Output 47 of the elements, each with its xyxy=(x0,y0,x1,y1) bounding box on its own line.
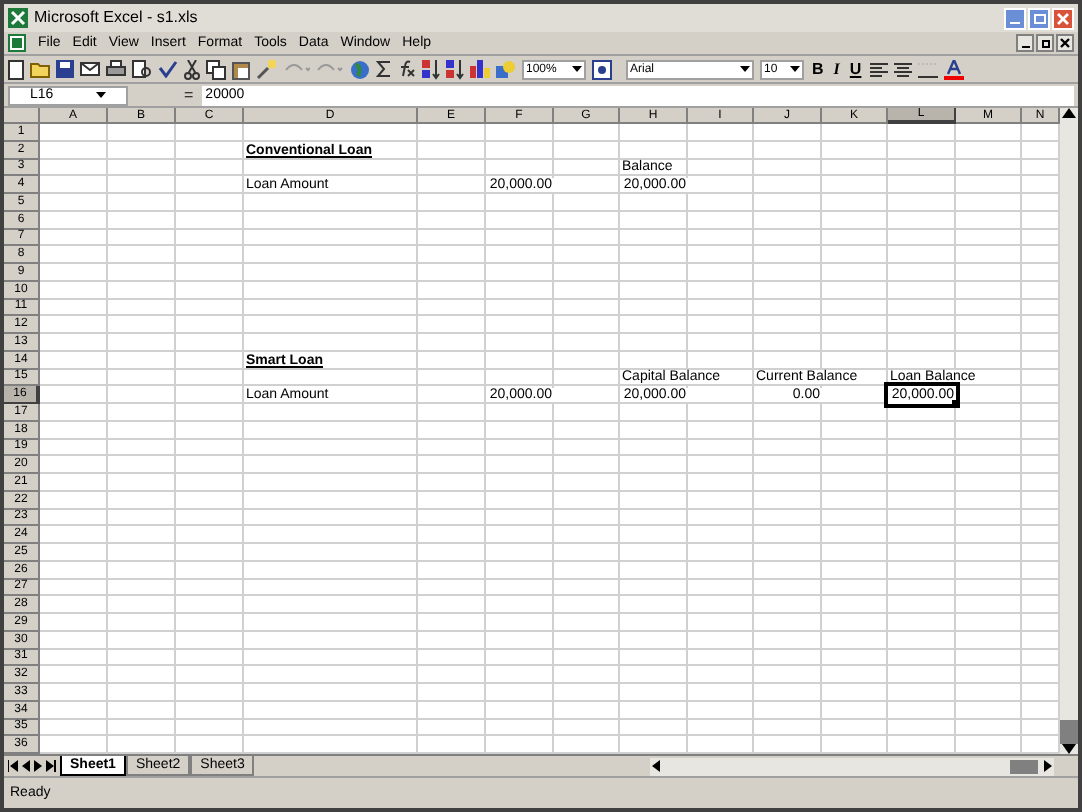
copy-icon[interactable] xyxy=(206,59,226,79)
print-preview-icon[interactable] xyxy=(132,59,152,79)
spreadsheet-logo-icon xyxy=(8,8,28,28)
restore-button[interactable] xyxy=(1036,34,1054,52)
horizontal-scrollbar[interactable] xyxy=(650,757,1054,775)
sort-descending-icon[interactable] xyxy=(446,59,464,79)
scroll-right-icon[interactable] xyxy=(1044,760,1052,772)
italic-button[interactable]: I xyxy=(831,61,842,77)
scroll-left-icon[interactable] xyxy=(652,760,660,772)
font-color-icon[interactable] xyxy=(943,59,964,79)
next-sheet-icon[interactable] xyxy=(34,760,42,772)
function-icon[interactable] xyxy=(398,60,416,78)
paste-icon[interactable] xyxy=(232,59,250,79)
underline-button[interactable]: U xyxy=(847,61,864,77)
scroll-thumb[interactable] xyxy=(1010,759,1038,773)
cut-icon[interactable] xyxy=(184,59,200,79)
folder-icon[interactable] xyxy=(30,60,50,78)
window-title: Microsoft Excel - s1.xls xyxy=(34,10,198,26)
borders-icon[interactable] xyxy=(917,60,938,78)
align-center-icon[interactable] xyxy=(893,61,912,77)
last-sheet-icon[interactable] xyxy=(46,760,56,772)
align-left-icon[interactable] xyxy=(869,61,888,77)
mail-icon[interactable] xyxy=(80,60,100,78)
fill-handle[interactable] xyxy=(952,400,960,408)
printer-icon[interactable] xyxy=(106,60,126,78)
drawing-icon[interactable] xyxy=(496,59,516,79)
sum-icon[interactable] xyxy=(376,60,392,78)
caret-icon xyxy=(96,92,106,98)
scroll-thumb[interactable] xyxy=(1060,720,1078,744)
spelling-check-icon[interactable] xyxy=(158,60,178,78)
formula-label: = xyxy=(184,87,194,103)
bold-button[interactable]: B xyxy=(810,61,826,77)
workbook-icon[interactable] xyxy=(8,34,26,52)
caret-icon xyxy=(572,66,582,72)
first-sheet-icon[interactable] xyxy=(8,760,18,772)
new-file-icon[interactable] xyxy=(8,59,24,79)
close-button[interactable] xyxy=(1056,34,1074,52)
vertical-scrollbar[interactable] xyxy=(1060,108,1078,754)
select-all-button[interactable] xyxy=(4,108,40,124)
previous-sheet-icon[interactable] xyxy=(22,760,30,772)
sort-ascending-icon[interactable] xyxy=(422,59,440,79)
caret-icon xyxy=(740,66,750,72)
save-icon[interactable] xyxy=(56,60,74,78)
bar-chart-icon[interactable] xyxy=(470,60,490,78)
minimize-button[interactable] xyxy=(1016,34,1034,52)
brush-icon[interactable] xyxy=(256,59,276,79)
caret-icon xyxy=(790,66,800,72)
